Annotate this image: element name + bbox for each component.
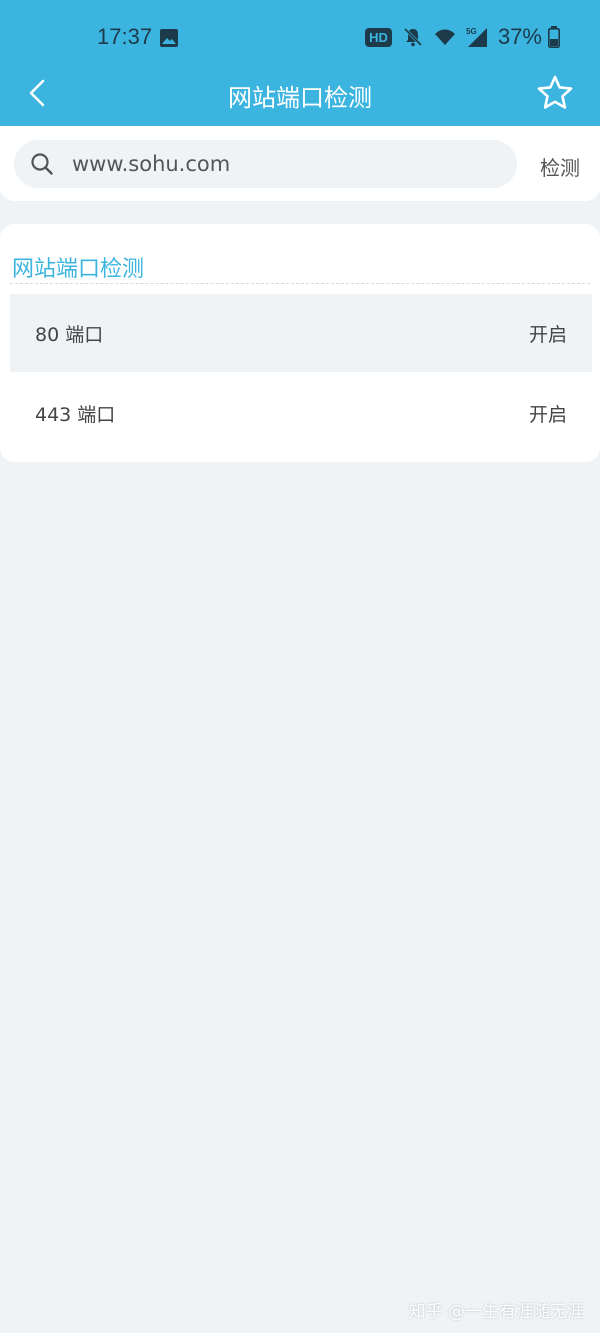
result-card: 网站端口检测 80 端口 开启 443 端口 开启 (0, 224, 600, 462)
detect-button[interactable]: 检测 (540, 152, 580, 181)
status-bar: 17:37 HD 5G 37% (0, 0, 600, 76)
network-type-label: 5G (466, 27, 477, 36)
hd-icon: HD (365, 27, 392, 47)
page-title: 网站端口检测 (228, 84, 372, 112)
search-input[interactable] (72, 152, 492, 176)
app-header: 17:37 HD 5G 37% 网站端口检测 (0, 0, 600, 126)
status-time: 17:37 (97, 24, 153, 49)
wifi-icon (434, 29, 455, 45)
battery-icon (548, 26, 560, 48)
result-title: 网站端口检测 (12, 257, 145, 282)
port-row-443: 443 端口 开启 (10, 374, 592, 452)
star-icon[interactable] (536, 74, 574, 112)
status-icons: HD 5G 37% (365, 24, 560, 50)
search-box[interactable] (14, 140, 517, 188)
bell-off-icon (403, 27, 423, 47)
port-label: 80 端口 (35, 323, 104, 346)
divider (10, 283, 590, 284)
battery-percent: 37% (497, 24, 542, 49)
watermark: 知乎 @一生有涯随无涯 (408, 1302, 584, 1322)
port-status: 开启 (528, 403, 567, 426)
search-icon (31, 153, 53, 175)
port-row-80: 80 端口 开启 (10, 294, 592, 372)
search-card: 检测 (0, 126, 600, 201)
port-status: 开启 (528, 323, 567, 346)
signal-icon: 5G (466, 27, 487, 47)
port-label: 443 端口 (35, 403, 116, 426)
nav-bar: 网站端口检测 (0, 70, 600, 116)
image-icon (160, 29, 178, 47)
